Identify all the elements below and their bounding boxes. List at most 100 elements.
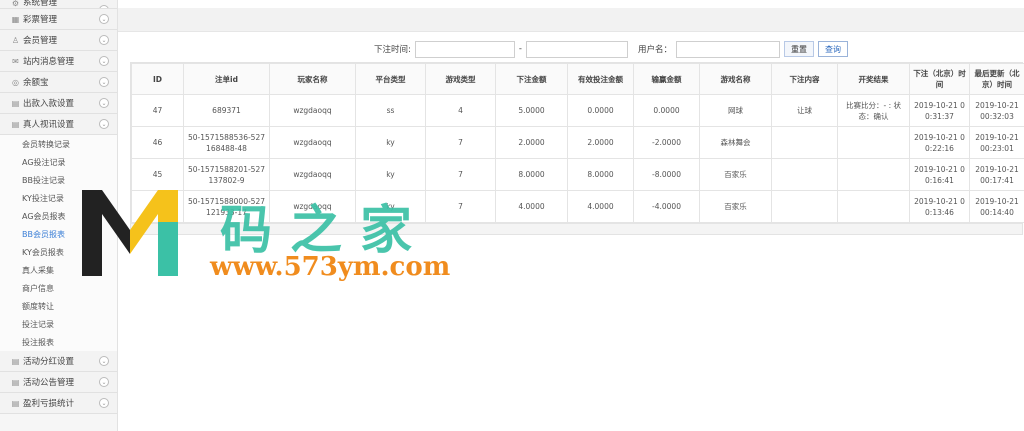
sidebar-group-top-5[interactable]: ▤ 出款入款设置 ⌄ (0, 93, 117, 114)
sidebar-group-label: 彩票管理 (23, 15, 58, 25)
watermark-url: www.573ym.com (210, 252, 451, 282)
table-cell (837, 158, 910, 191)
start-time-input[interactable] (414, 40, 515, 58)
sidebar-sub-item[interactable]: KY投注记录 (0, 189, 117, 207)
table-cell: 46 (131, 126, 184, 159)
chevron-down-icon[interactable]: ⌄ (99, 356, 109, 366)
chevron-down-icon[interactable]: ⌄ (99, 98, 109, 108)
column-header: 注单id (183, 63, 270, 95)
table-cell: ss (355, 94, 426, 127)
table-cell: 5.0000 (495, 94, 568, 127)
list-icon: ▤ (11, 356, 20, 366)
table-cell: 2019-10-21 00:14:40 (969, 190, 1024, 223)
table-cell: 2019-10-21 00:22:16 (909, 126, 970, 159)
sidebar-sub-item[interactable]: KY会员报表 (0, 243, 117, 261)
table-footer (131, 223, 1022, 234)
column-header: 游戏类型 (425, 63, 496, 95)
table-cell: 8.0000 (495, 158, 568, 191)
column-header: 输赢金额 (633, 63, 700, 95)
sidebar-group-label: 余额宝 (23, 78, 49, 88)
table-cell: 44 (131, 190, 184, 223)
chevron-down-icon[interactable]: ⌄ (99, 56, 109, 66)
table-cell: wzgdaoqq (269, 190, 356, 223)
bet-record-table: ID 注单id 玩家名称 平台类型 游戏类型 下注金额 有效投注金额 输赢金额 游戏名称 下注内容… (130, 62, 1024, 235)
sidebar-sub-item[interactable]: 投注记录 (0, 315, 117, 333)
sidebar-sub-item[interactable]: BB会员报表 (0, 225, 117, 243)
table-cell: 比赛比分：- : 状态：确认 (837, 94, 910, 127)
column-header: 有效投注金额 (567, 63, 634, 95)
column-header: 平台类型 (355, 63, 426, 95)
table-cell: 0.0000 (567, 94, 634, 127)
sidebar-group-bottom-1[interactable]: ▤ 活动公告管理 ⌄ (0, 372, 117, 393)
sidebar-sub-item[interactable]: 额度转让 (0, 297, 117, 315)
table-cell: 4.0000 (495, 190, 568, 223)
table-cell: 50-1571588536-527168488-48 (183, 126, 270, 159)
sidebar-sub-item[interactable]: AG会员报表 (0, 207, 117, 225)
range-separator: - (518, 44, 522, 54)
table-cell: 0.0000 (633, 94, 700, 127)
sidebar-group-bottom-0[interactable]: ▤ 活动分红设置 ⌄ (0, 351, 117, 372)
column-header: 下注（北京）时间 (909, 63, 970, 95)
list-icon: ▤ (11, 119, 20, 129)
table-cell (771, 190, 838, 223)
sidebar-group-label: 活动公告管理 (23, 378, 75, 388)
sidebar-group-top-3[interactable]: ✉ 站内消息管理 ⌄ (0, 51, 117, 72)
sidebar-sub-item[interactable]: BB投注记录 (0, 171, 117, 189)
table-cell: 森林舞会 (699, 126, 772, 159)
table-cell: -8.0000 (633, 158, 700, 191)
sidebar-group-top-4[interactable]: ◎ 余额宝 ⌄ (0, 72, 117, 93)
username-input[interactable] (675, 40, 780, 58)
sidebar-sub-item[interactable]: 真人采集 (0, 261, 117, 279)
coin-icon: ◎ (12, 77, 19, 87)
column-header: 最后更新（北京）时间 (969, 63, 1024, 95)
list-icon: ▤ (11, 398, 20, 408)
table-cell: 2.0000 (567, 126, 634, 159)
table-cell: 2019-10-21 00:32:03 (969, 94, 1024, 127)
query-button[interactable]: 查询 (817, 41, 848, 57)
table-row: 46 50-1571588536-527168488-48 wzgdaoqq ky 7 2… (131, 126, 1024, 159)
list-icon: ▤ (11, 98, 20, 108)
chevron-down-icon[interactable]: ⌄ (99, 77, 109, 87)
table-cell: 50-1571588201-527137802-9 (183, 158, 270, 191)
sidebar-group-label: 站内消息管理 (23, 57, 75, 67)
table-body: 47 689371 wzgdaoqq ss 4 5.0000 0.0000 0.0000 网球让… (131, 94, 1024, 223)
table-cell: wzgdaoqq (269, 126, 356, 159)
table-cell: 2019-10-21 00:31:37 (909, 94, 970, 127)
table-row: 45 50-1571588201-527137802-9 wzgdaoqq ky 7 8.… (131, 158, 1024, 191)
chevron-down-icon[interactable]: ⌄ (99, 377, 109, 387)
chevron-down-icon[interactable]: ⌄ (99, 119, 109, 129)
table-cell: 47 (131, 94, 184, 127)
column-header: 下注内容 (771, 63, 838, 95)
sidebar-group-label: 真人视讯设置 (23, 120, 75, 130)
end-time-input[interactable] (525, 40, 628, 58)
table-cell: ky (355, 190, 426, 223)
user-icon: ♙ (11, 35, 20, 45)
admin-app: ⚙系统管理⌄▦彩票管理⌄♙会员管理⌄✉站内消息管理⌄◎余额宝⌄▤出款入款设置⌄▤… (0, 0, 1024, 431)
chevron-down-icon[interactable]: ⌄ (99, 14, 109, 24)
table-cell (837, 190, 910, 223)
chevron-down-icon[interactable]: ⌄ (99, 398, 109, 408)
sidebar-sub-item[interactable]: 投注报表 (0, 333, 117, 351)
filter-bar: 下注时间: - 用户名： 重置 查询 (374, 40, 848, 58)
sidebar-sub-item[interactable]: AG投注记录 (0, 153, 117, 171)
table-cell: 2019-10-21 00:13:46 (909, 190, 970, 223)
sidebar-group-top-2[interactable]: ♙ 会员管理 ⌄ (0, 30, 117, 51)
table-cell: ky (355, 126, 426, 159)
table-cell: 4.0000 (567, 190, 634, 223)
sidebar-sub-item[interactable]: 会员转换记录 (0, 135, 117, 153)
column-header: 游戏名称 (699, 63, 772, 95)
table-cell: 689371 (183, 94, 270, 127)
sidebar-group-top-0[interactable]: ⚙系统管理⌄ (0, 0, 117, 9)
mail-icon: ✉ (12, 56, 19, 66)
chevron-down-icon[interactable]: ⌄ (99, 35, 109, 45)
list-icon: ▤ (11, 377, 20, 387)
sidebar-group-bottom-2[interactable]: ▤ 盈利亏损统计 ⌄ (0, 393, 117, 414)
table-cell: 让球 (771, 94, 838, 127)
sidebar-group-top-6[interactable]: ▤ 真人视讯设置 ⌄ (0, 114, 117, 135)
table-cell: 2.0000 (495, 126, 568, 159)
sidebar-sub-item[interactable]: 商户信息 (0, 279, 117, 297)
reset-button[interactable]: 重置 (783, 41, 814, 57)
table-cell (771, 158, 838, 191)
sidebar-group-top-1[interactable]: ▦ 彩票管理 ⌄ (0, 9, 117, 30)
table-cell: 网球 (699, 94, 772, 127)
